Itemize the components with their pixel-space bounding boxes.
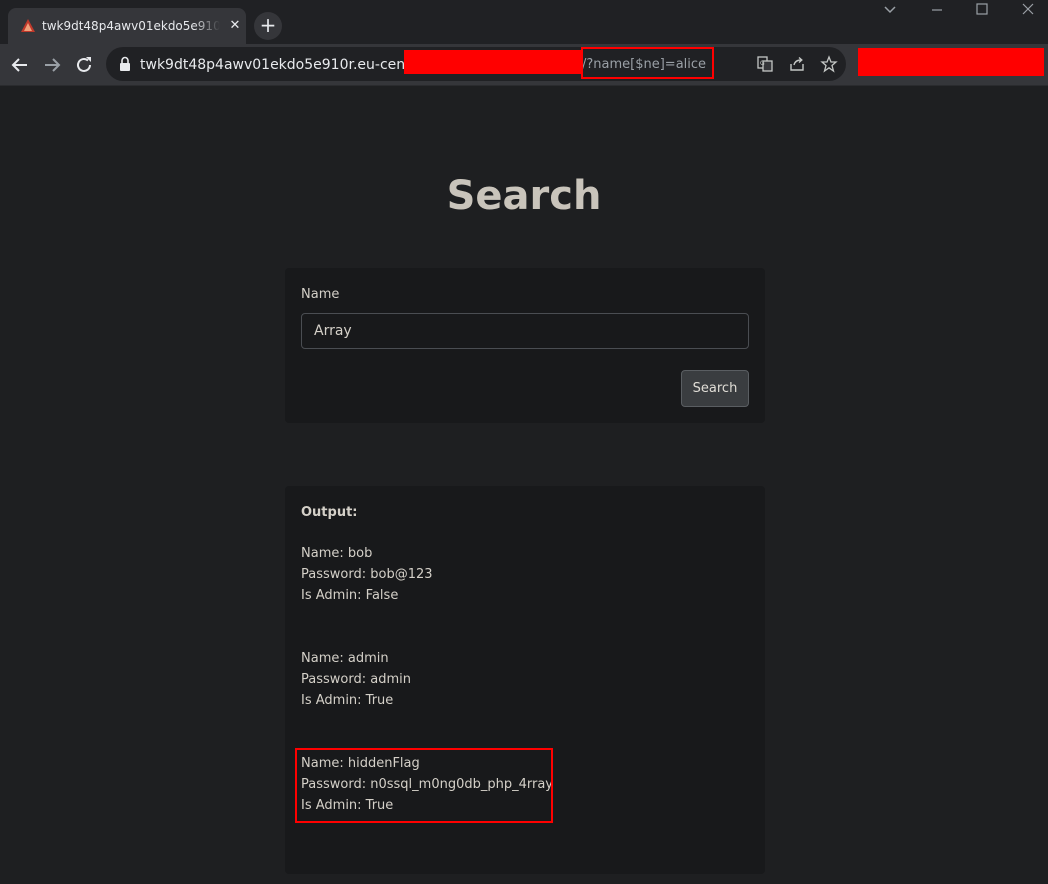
back-arrow-icon[interactable] xyxy=(7,52,33,78)
redaction-box xyxy=(858,48,1044,76)
url-host[interactable]: twk9dt48p4awv01ekdo5e910r.eu-central-4 xyxy=(140,56,443,74)
record-password: Password: bob@123 xyxy=(301,567,433,582)
flag-highlight-box xyxy=(295,748,553,823)
tab-title: twk9dt48p4awv01ekdo5e910r.eu xyxy=(42,19,220,33)
site-favicon-icon xyxy=(21,19,35,32)
reload-icon[interactable] xyxy=(71,52,97,78)
forward-arrow-icon[interactable] xyxy=(39,52,65,78)
name-field-label: Name xyxy=(301,287,340,302)
lock-icon[interactable] xyxy=(118,55,132,73)
close-window-icon[interactable] xyxy=(1013,2,1043,22)
share-icon[interactable] xyxy=(788,55,806,73)
record-name: Name: bob xyxy=(301,546,373,561)
translate-icon[interactable]: G xyxy=(756,55,774,73)
query-highlight-box xyxy=(581,47,714,79)
record-is-admin: Is Admin: True xyxy=(301,693,394,708)
record-password: Password: admin xyxy=(301,672,411,687)
maximize-icon[interactable] xyxy=(967,2,997,22)
name-input[interactable] xyxy=(301,313,749,349)
minimize-icon[interactable] xyxy=(922,2,952,22)
svg-text:G: G xyxy=(760,60,765,67)
search-form: Name Search xyxy=(285,268,765,423)
user-record: Name: admin Password: admin Is Admin: Tr… xyxy=(301,648,741,711)
tab-strip: twk9dt48p4awv01ekdo5e910r.eu ✕ + xyxy=(0,0,1048,44)
page-title: Search xyxy=(446,173,602,219)
new-tab-button[interactable]: + xyxy=(254,12,282,40)
bookmark-star-icon[interactable] xyxy=(820,55,838,73)
record-name: Name: admin xyxy=(301,651,389,666)
output-label: Output: xyxy=(301,505,358,520)
browser-tab[interactable]: twk9dt48p4awv01ekdo5e910r.eu ✕ xyxy=(8,8,246,44)
tab-search-icon[interactable] xyxy=(875,2,905,22)
search-button[interactable]: Search xyxy=(681,370,749,407)
close-tab-icon[interactable]: ✕ xyxy=(227,18,243,34)
redaction-box xyxy=(404,50,582,74)
record-is-admin: Is Admin: False xyxy=(301,588,399,603)
user-record: Name: bob Password: bob@123 Is Admin: Fa… xyxy=(301,543,741,606)
